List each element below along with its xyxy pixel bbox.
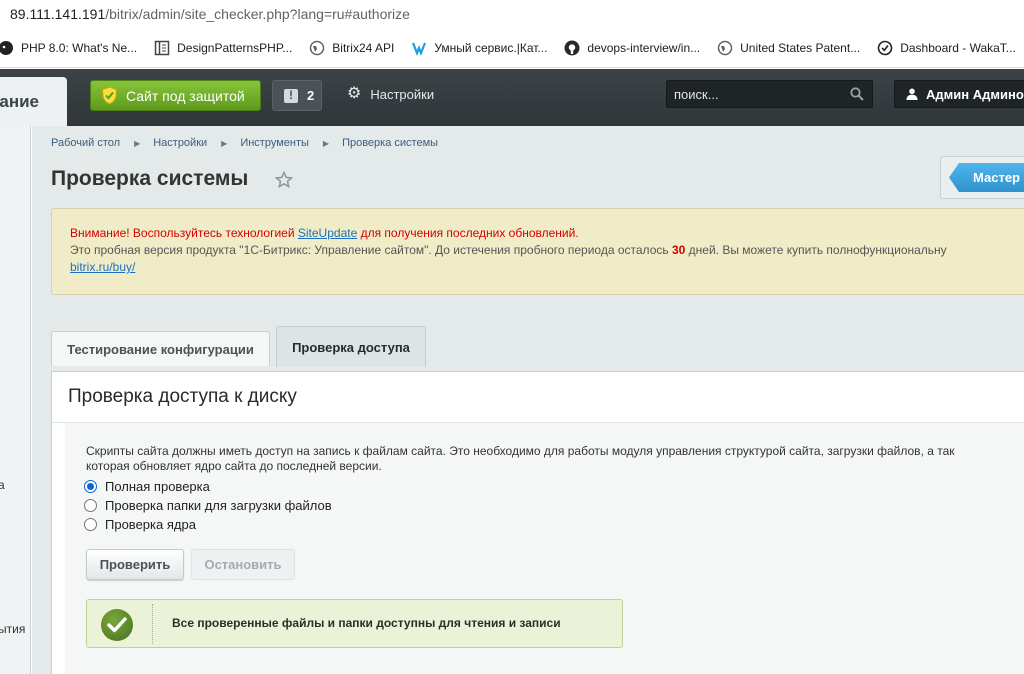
page-title: Проверка системы	[51, 167, 249, 190]
panel-title-tab[interactable]: ание	[0, 77, 67, 126]
breadcrumb-item-tools[interactable]: Инструменты	[240, 137, 309, 149]
radio-core-check[interactable]: Проверка ядра	[84, 517, 196, 532]
success-message-box: Все проверенные файлы и папки доступны д…	[86, 599, 623, 648]
breadcrumb-item-system-check[interactable]: Проверка системы	[342, 137, 438, 149]
address-path: /bitrix/admin/site_checker.php?lang=ru#a…	[105, 6, 410, 22]
sidebar-item-fragment[interactable]: а	[0, 478, 5, 492]
tab-access-check[interactable]: Проверка доступа	[276, 326, 426, 367]
notice-info-after: дней. Вы можете купить полнофункциональн…	[685, 243, 947, 257]
notifications-count: 2	[307, 88, 315, 103]
chevron-right-icon: ▶	[221, 138, 228, 148]
notice-warning-before: Внимание! Воспользуйтесь технологией	[70, 226, 298, 240]
star-icon[interactable]	[275, 171, 293, 189]
search-icon[interactable]	[850, 87, 864, 101]
site-secure-button[interactable]: Сайт под защитой	[90, 80, 261, 111]
access-check-panel: Проверка доступа к диску Скрипты сайта д…	[51, 371, 1024, 674]
bookmark-label: DesignPatternsPHP...	[177, 40, 293, 55]
admin-top-panel: ание Сайт под защитой 2 ⚙ Настройки Адми…	[0, 69, 1024, 126]
bookmark-design-patterns[interactable]: DesignPatternsPHP...	[154, 40, 292, 56]
radio-label: Проверка папки для загрузки файлов	[105, 498, 332, 513]
search-box[interactable]	[666, 80, 873, 108]
search-input[interactable]	[674, 86, 844, 102]
bookmark-label: devops-interview/in...	[587, 40, 701, 55]
update-notice: Внимание! Воспользуйтесь технологией Sit…	[51, 208, 1024, 295]
divider	[152, 604, 153, 644]
bookmark-smart-service[interactable]: Умный сервис.|Кат...	[411, 40, 547, 56]
bookmark-devops-interview[interactable]: devops-interview/in...	[564, 40, 700, 56]
stop-button[interactable]: Остановить	[191, 549, 295, 580]
bookmark-label: Умный сервис.|Кат...	[434, 40, 548, 55]
radio-upload-folder-check[interactable]: Проверка папки для загрузки файлов	[84, 498, 332, 513]
breadcrumb-item-settings[interactable]: Настройки	[153, 137, 207, 149]
tab-config-testing[interactable]: Тестирование конфигурации	[51, 331, 270, 366]
radio-button[interactable]	[84, 518, 97, 531]
bookmark-label: PHP 8.0: What's Ne...	[21, 40, 138, 55]
check-button[interactable]: Проверить	[86, 549, 184, 580]
bookmarks-bar: PHP 8.0: What's Ne... DesignPatternsPHP.…	[0, 28, 1024, 68]
notice-warning-after: для получения последних обновлений.	[357, 226, 579, 240]
panel-title: Проверка доступа к диску	[68, 386, 297, 407]
book-icon	[154, 40, 170, 56]
notification-icon	[284, 88, 298, 103]
radio-label: Проверка ядра	[105, 517, 196, 532]
description-line: Скрипты сайта должны иметь доступ на зап…	[86, 444, 955, 458]
bookmark-label: United States Patent...	[740, 40, 861, 55]
shield-icon	[101, 86, 118, 105]
panel-title-text: ание	[0, 91, 39, 111]
notice-info-before: Это пробная версия продукта "1С-Битрикс:…	[70, 243, 672, 257]
bookmark-us-patent[interactable]: United States Patent...	[717, 40, 860, 56]
brand-icon	[411, 40, 427, 56]
success-message: Все проверенные файлы и папки доступны д…	[172, 616, 561, 630]
breadcrumb-item-desktop[interactable]: Рабочий стол	[51, 137, 120, 149]
bookmark-label: Dashboard - WakaT...	[900, 40, 1016, 55]
settings-link[interactable]: ⚙ Настройки	[347, 86, 434, 102]
chevron-right-icon: ▶	[322, 138, 330, 148]
trial-days-count: 30	[671, 243, 686, 257]
access-check-form: Скрипты сайта должны иметь доступ на зап…	[65, 423, 1024, 674]
gear-icon: ⚙	[347, 85, 362, 102]
clock-icon	[877, 40, 893, 56]
main-content: Рабочий стол ▶ Настройки ▶ Инструменты ▶…	[32, 126, 1024, 674]
radio-label: Полная проверка	[105, 479, 210, 494]
elephant-icon	[0, 40, 14, 56]
radio-full-check[interactable]: Полная проверка	[84, 479, 210, 494]
breadcrumb: Рабочий стол ▶ Настройки ▶ Инструменты ▶…	[51, 137, 438, 149]
globe-icon	[717, 40, 733, 56]
description-line: которая обновляет ядро сайта до последне…	[86, 459, 382, 473]
bookmark-php8[interactable]: PHP 8.0: What's Ne...	[0, 40, 137, 56]
github-icon	[564, 40, 580, 56]
access-description: Скрипты сайта должны иметь доступ на зап…	[86, 444, 955, 474]
sidebar-item-fragment[interactable]: ытия	[0, 622, 25, 636]
bookmark-bitrix24-api[interactable]: Bitrix24 API	[309, 40, 394, 56]
bookmark-label: Bitrix24 API	[332, 40, 395, 55]
radio-button[interactable]	[84, 499, 97, 512]
user-name: Админ Админов	[926, 86, 1024, 102]
notifications-button[interactable]: 2	[272, 80, 322, 111]
success-check-icon	[101, 609, 133, 641]
master-button[interactable]: Мастер	[949, 163, 1024, 192]
user-icon	[906, 88, 918, 100]
chevron-right-icon: ▶	[134, 138, 141, 148]
left-menu-sidebar: а ытия	[0, 126, 31, 674]
bookmark-wakatime[interactable]: Dashboard - WakaT...	[877, 40, 1016, 56]
buy-link[interactable]: bitrix.ru/buy/	[70, 260, 135, 274]
siteupdate-link[interactable]: SiteUpdate	[298, 226, 357, 240]
settings-label: Настройки	[370, 86, 435, 102]
site-secure-label: Сайт под защитой	[126, 87, 245, 104]
globe-icon	[309, 40, 325, 56]
radio-button[interactable]	[84, 480, 97, 493]
notice-info: Это пробная версия продукта "1С-Битрикс:…	[70, 242, 1024, 259]
master-button-wrapper: Мастер	[940, 156, 1024, 199]
user-menu-button[interactable]: Админ Админов	[894, 80, 1024, 108]
notice-warning: Внимание! Воспользуйтесь технологией Sit…	[70, 225, 1024, 242]
address-host: 89.111.141.191	[10, 6, 106, 22]
address-bar[interactable]: 89.111.141.191/bitrix/admin/site_checker…	[0, 0, 1024, 28]
